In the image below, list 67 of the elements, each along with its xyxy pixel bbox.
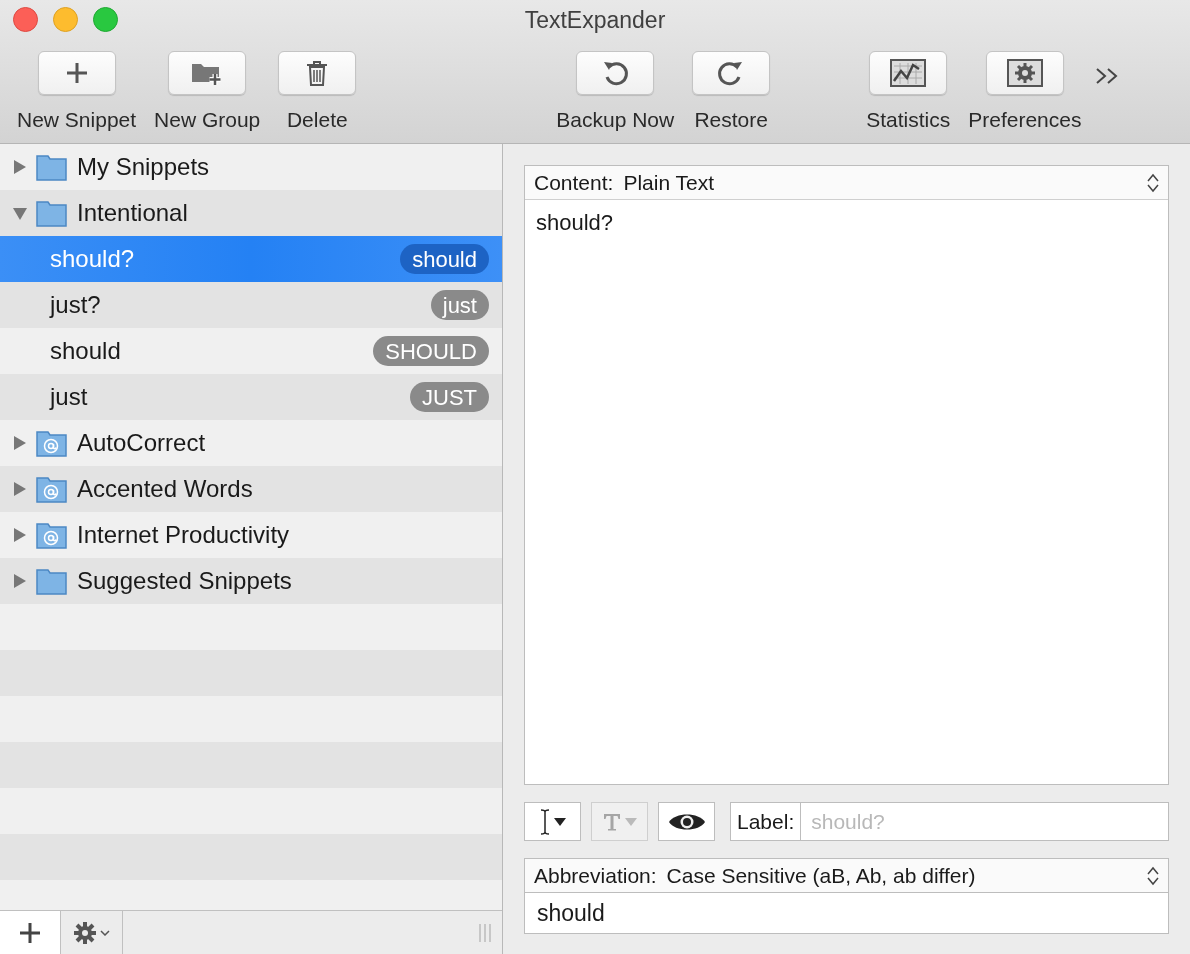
toolbar-label: Preferences — [968, 107, 1082, 133]
abbreviation-mode-popup[interactable]: Abbreviation: Case Sensitive (aB, Ab, ab differ) — [524, 858, 1169, 893]
disclosure-right-icon[interactable] — [12, 481, 28, 497]
plus-icon — [65, 62, 88, 84]
toolbar-label: Delete — [286, 107, 348, 133]
at-folder-icon — [36, 475, 68, 503]
window-title: TextExpander — [524, 5, 666, 35]
toolbar-label: New Group — [154, 107, 261, 133]
undo-icon — [601, 59, 630, 87]
sidebar-item[interactable]: just? just — [0, 282, 502, 328]
toolbar-button[interactable] — [37, 51, 116, 95]
disclosure-right-icon[interactable] — [12, 573, 28, 589]
sidebar-item[interactable]: just JUST — [0, 374, 502, 420]
chevron-down-icon — [100, 929, 110, 936]
caret-down-icon — [553, 817, 566, 826]
close-button[interactable] — [13, 7, 38, 32]
sidebar-item[interactable]: should SHOULD — [0, 328, 502, 374]
toolbar-button[interactable] — [168, 51, 247, 95]
at-folder-icon — [36, 521, 68, 549]
chevrons-right-icon[interactable] — [1095, 67, 1120, 85]
settings-icon — [1006, 59, 1043, 87]
folder-icon — [36, 153, 68, 181]
toolbar-button[interactable] — [985, 51, 1064, 95]
content-format-popup[interactable]: Content: Plain Text — [525, 166, 1168, 200]
sidebar-item[interactable]: Suggested Snippets — [0, 558, 502, 604]
sidebar-item[interactable]: My Snippets — [0, 144, 502, 190]
sidebar-item[interactable]: Accented Words — [0, 466, 502, 512]
label-field[interactable]: should? — [801, 802, 1169, 841]
gear-icon — [73, 920, 97, 945]
plus-icon — [20, 922, 40, 943]
sidebar-item[interactable]: Internet Productivity — [0, 512, 502, 558]
at-folder-icon — [36, 429, 68, 457]
toolbar-button[interactable] — [576, 51, 655, 95]
disclosure-down-icon[interactable] — [12, 205, 28, 221]
folder-icon — [36, 199, 68, 227]
abbreviation-badge: SHOULD — [373, 336, 489, 366]
field-label: Label: — [730, 802, 802, 841]
resize-handle-icon — [478, 923, 492, 942]
up-down-chevron-icon — [1147, 865, 1159, 886]
abbreviation-badge: should — [400, 244, 489, 274]
trash-icon — [306, 60, 329, 86]
caret-down-icon — [624, 817, 637, 826]
sidebar-item[interactable]: should? should — [0, 236, 502, 282]
disclosure-right-icon[interactable] — [12, 159, 28, 175]
content-text-area[interactable]: should? — [525, 200, 1168, 784]
up-down-chevron-icon — [1147, 172, 1159, 193]
abbreviation-field[interactable]: should — [524, 893, 1169, 934]
preview-button[interactable] — [658, 802, 715, 841]
folder-icon — [36, 567, 68, 595]
serif-t-icon — [602, 812, 621, 831]
add-button[interactable] — [0, 911, 61, 954]
toolbar-button[interactable] — [692, 51, 771, 95]
abbreviation-badge: JUST — [410, 382, 489, 412]
chart-icon — [890, 59, 927, 87]
sidebar-item[interactable]: AutoCorrect — [0, 420, 502, 466]
disclosure-right-icon[interactable] — [12, 435, 28, 451]
toolbar-label: New Snippet — [17, 107, 137, 133]
toolbar-label: Statistics — [866, 107, 951, 133]
toolbar-label: Restore — [694, 107, 768, 133]
abbreviation-badge: just — [430, 290, 489, 320]
text-cursor-icon — [539, 808, 550, 835]
toolbar-button[interactable] — [278, 51, 357, 95]
toolbar-button[interactable] — [869, 51, 948, 95]
sidebar-item[interactable]: Intentional — [0, 190, 502, 236]
toolbar-label: Backup Now — [556, 107, 675, 133]
disclosure-right-icon[interactable] — [12, 527, 28, 543]
insert-menu-button[interactable] — [524, 802, 581, 841]
